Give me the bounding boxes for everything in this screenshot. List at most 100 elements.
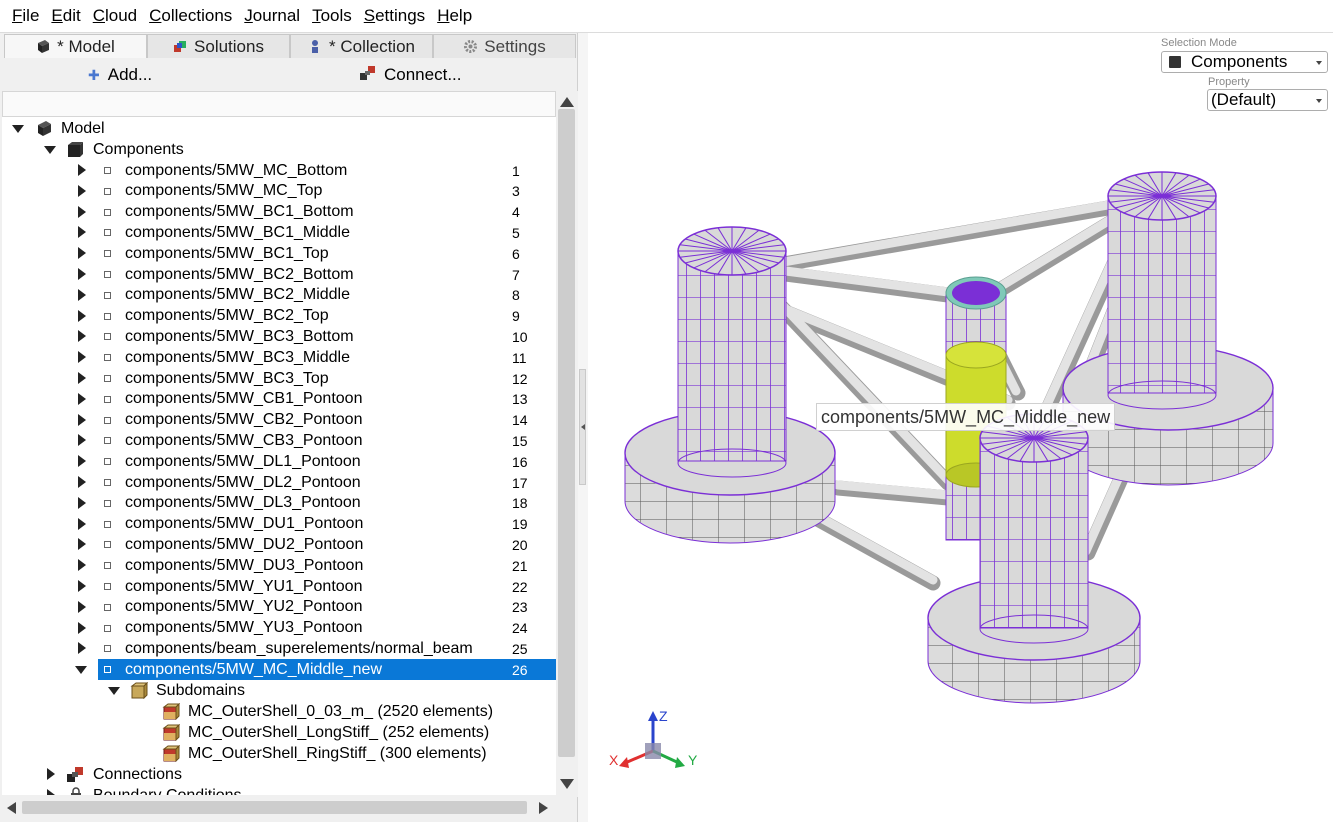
tree-item-boundary-conditions[interactable]: Boundary Conditions xyxy=(2,785,556,795)
menu-item-0[interactable]: File xyxy=(12,6,39,26)
tree-item-subdomain[interactable]: MC_OuterShell_LongStiff_ (252 elements) xyxy=(2,722,556,743)
tree-item-label: components/5MW_CB2_Pontoon xyxy=(125,411,363,429)
expand-right-icon[interactable] xyxy=(78,476,86,488)
tree-item-component[interactable]: components/5MW_DL1_Pontoon 16 xyxy=(2,451,556,472)
expand-right-icon[interactable] xyxy=(78,288,86,301)
component-id: 15 xyxy=(512,432,528,449)
expand-right-icon[interactable] xyxy=(47,768,55,780)
expand-right-icon[interactable] xyxy=(78,330,86,343)
scroll-down-icon[interactable] xyxy=(560,779,574,789)
scroll-up-icon[interactable] xyxy=(560,97,574,107)
expand-right-icon[interactable] xyxy=(78,164,86,176)
expand-right-icon[interactable] xyxy=(78,434,86,447)
panel-splitter[interactable] xyxy=(578,33,588,822)
tab-3[interactable]: Settings xyxy=(433,34,576,58)
tree-item-component[interactable]: components/5MW_BC3_Top 12 xyxy=(2,368,556,389)
tree-item-component[interactable]: components/beam_superelements/normal_bea… xyxy=(2,638,556,659)
expand-right-icon[interactable] xyxy=(78,600,86,613)
expand-right-icon[interactable] xyxy=(78,496,86,509)
tree-item-component[interactable]: components/5MW_MC_Bottom 1 xyxy=(2,160,556,181)
3d-viewport[interactable]: Selection Mode Components Property (Defa… xyxy=(588,33,1333,822)
tree-item-component[interactable]: components/5MW_BC3_Bottom 10 xyxy=(2,326,556,347)
tree-item-connections[interactable]: Connections xyxy=(2,764,556,785)
tree-item-subdomain[interactable]: MC_OuterShell_RingStiff_ (300 elements) xyxy=(2,743,556,764)
tree-item-component[interactable]: components/5MW_YU3_Pontoon 24 xyxy=(2,618,556,639)
menu-item-2[interactable]: Cloud xyxy=(93,6,137,26)
tree-item-components[interactable]: Components xyxy=(2,139,556,160)
expand-right-icon[interactable] xyxy=(78,538,86,551)
expand-down-icon[interactable] xyxy=(44,146,56,154)
menu-item-1[interactable]: Edit xyxy=(51,6,80,26)
tree-item-component[interactable]: components/5MW_BC2_Bottom 7 xyxy=(2,264,556,285)
tree-vertical-scrollbar[interactable] xyxy=(556,91,578,797)
tree-horizontal-scrollbar[interactable] xyxy=(0,797,556,819)
collapse-handle[interactable] xyxy=(579,369,586,485)
tab-2[interactable]: * Collection xyxy=(290,34,433,58)
tree-item-component[interactable]: components/5MW_CB3_Pontoon 15 xyxy=(2,430,556,451)
expand-right-icon[interactable] xyxy=(78,268,86,280)
tree-item-component[interactable]: components/5MW_MC_Top 3 xyxy=(2,181,556,202)
tree-item-subdomain[interactable]: MC_OuterShell_0_03_m_ (2520 elements) xyxy=(2,701,556,722)
tree-item-component[interactable]: components/5MW_DU2_Pontoon 20 xyxy=(2,534,556,555)
expand-right-icon[interactable] xyxy=(78,517,86,530)
expand-down-icon[interactable] xyxy=(108,687,120,695)
hscroll-thumb[interactable] xyxy=(22,801,527,814)
menu-label: ollections xyxy=(161,6,233,25)
menu-item-3[interactable]: Collections xyxy=(149,6,232,26)
component-id: 1 xyxy=(512,162,520,179)
tab-1[interactable]: Solutions xyxy=(147,34,290,58)
expand-right-icon[interactable] xyxy=(78,247,86,260)
axis-triad: Z X Y xyxy=(609,708,698,768)
tree-item-component[interactable]: components/5MW_YU2_Pontoon 23 xyxy=(2,597,556,618)
connect-button[interactable]: Connect... xyxy=(360,65,462,85)
expand-right-icon[interactable] xyxy=(78,372,86,384)
scroll-left-icon[interactable] xyxy=(7,802,16,814)
expand-right-icon[interactable] xyxy=(78,226,86,239)
component-id: 3 xyxy=(512,183,520,200)
expand-right-icon[interactable] xyxy=(47,789,55,795)
menu-item-6[interactable]: Settings xyxy=(364,6,425,26)
expand-right-icon[interactable] xyxy=(78,413,86,426)
scroll-thumb[interactable] xyxy=(558,109,575,757)
tree-item-component[interactable]: components/5MW_CB2_Pontoon 14 xyxy=(2,410,556,431)
tree-item-component[interactable]: components/5MW_BC3_Middle 11 xyxy=(2,347,556,368)
menu-item-7[interactable]: Help xyxy=(437,6,472,26)
tree-item-component[interactable]: components/5MW_DU1_Pontoon 19 xyxy=(2,514,556,535)
tree-item-component[interactable]: components/5MW_MC_Middle_new 26 xyxy=(2,659,556,681)
connect-button-label: Connect... xyxy=(384,65,462,84)
tree-item-component[interactable]: components/5MW_BC2_Middle 8 xyxy=(2,285,556,306)
tab-0[interactable]: * Model xyxy=(4,34,147,58)
expand-right-icon[interactable] xyxy=(78,580,86,592)
expand-down-icon[interactable] xyxy=(75,666,87,675)
add-button[interactable]: ✚ Add... xyxy=(88,65,152,85)
tree-item-label: Boundary Conditions xyxy=(93,786,242,796)
scroll-right-icon[interactable] xyxy=(539,802,548,814)
expand-right-icon[interactable] xyxy=(78,184,86,197)
expand-right-icon[interactable] xyxy=(78,642,86,655)
expand-right-icon[interactable] xyxy=(78,205,86,218)
tree-item-component[interactable]: components/5MW_BC1_Bottom 4 xyxy=(2,202,556,223)
tree-item-component[interactable]: components/5MW_CB1_Pontoon 13 xyxy=(2,389,556,410)
expand-right-icon[interactable] xyxy=(78,309,86,322)
expand-right-icon[interactable] xyxy=(78,621,86,634)
tree-item-label: components/5MW_MC_Bottom xyxy=(125,161,348,179)
menu-item-4[interactable]: Journal xyxy=(244,6,300,26)
tree-item-label: components/5MW_DL2_Pontoon xyxy=(125,473,361,491)
expand-down-icon[interactable] xyxy=(12,125,24,133)
expand-right-icon[interactable] xyxy=(78,392,86,405)
menu-item-5[interactable]: Tools xyxy=(312,6,352,26)
tree-item-component[interactable]: components/5MW_DL2_Pontoon 17 xyxy=(2,472,556,493)
expand-right-icon[interactable] xyxy=(78,351,86,364)
component-node-icon xyxy=(104,416,111,424)
tree-item-component[interactable]: components/5MW_DU3_Pontoon 21 xyxy=(2,555,556,576)
component-node-icon xyxy=(104,187,111,195)
expand-right-icon[interactable] xyxy=(78,559,86,572)
tree-item-subdomains[interactable]: Subdomains xyxy=(2,680,556,701)
tree-item-component[interactable]: components/5MW_BC2_Top 9 xyxy=(2,306,556,327)
tree-item-component[interactable]: components/5MW_BC1_Middle 5 xyxy=(2,222,556,243)
expand-right-icon[interactable] xyxy=(78,455,86,468)
tree-item-component[interactable]: components/5MW_BC1_Top 6 xyxy=(2,243,556,264)
tree-item-model[interactable]: Model xyxy=(2,118,556,139)
tree-item-component[interactable]: components/5MW_DL3_Pontoon 18 xyxy=(2,493,556,514)
tree-item-component[interactable]: components/5MW_YU1_Pontoon 22 xyxy=(2,576,556,597)
